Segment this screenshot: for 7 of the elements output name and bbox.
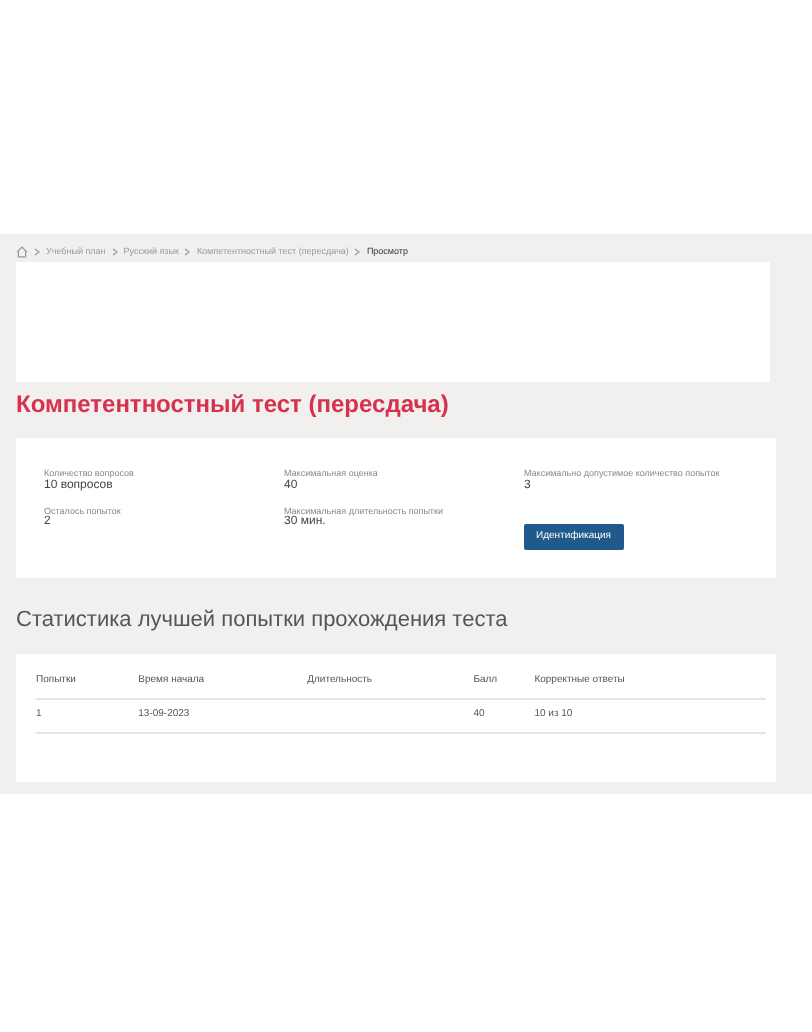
chevron-icon (184, 248, 191, 256)
chevron-icon (34, 248, 40, 256)
chevron-icon (111, 248, 118, 256)
section-heading: Статистика лучшей попытки прохождения теста (16, 606, 510, 636)
page-title: Компетентностный тест (пересдача) (16, 388, 451, 422)
home-icon[interactable] (16, 246, 28, 258)
chevron-icon (354, 248, 361, 256)
